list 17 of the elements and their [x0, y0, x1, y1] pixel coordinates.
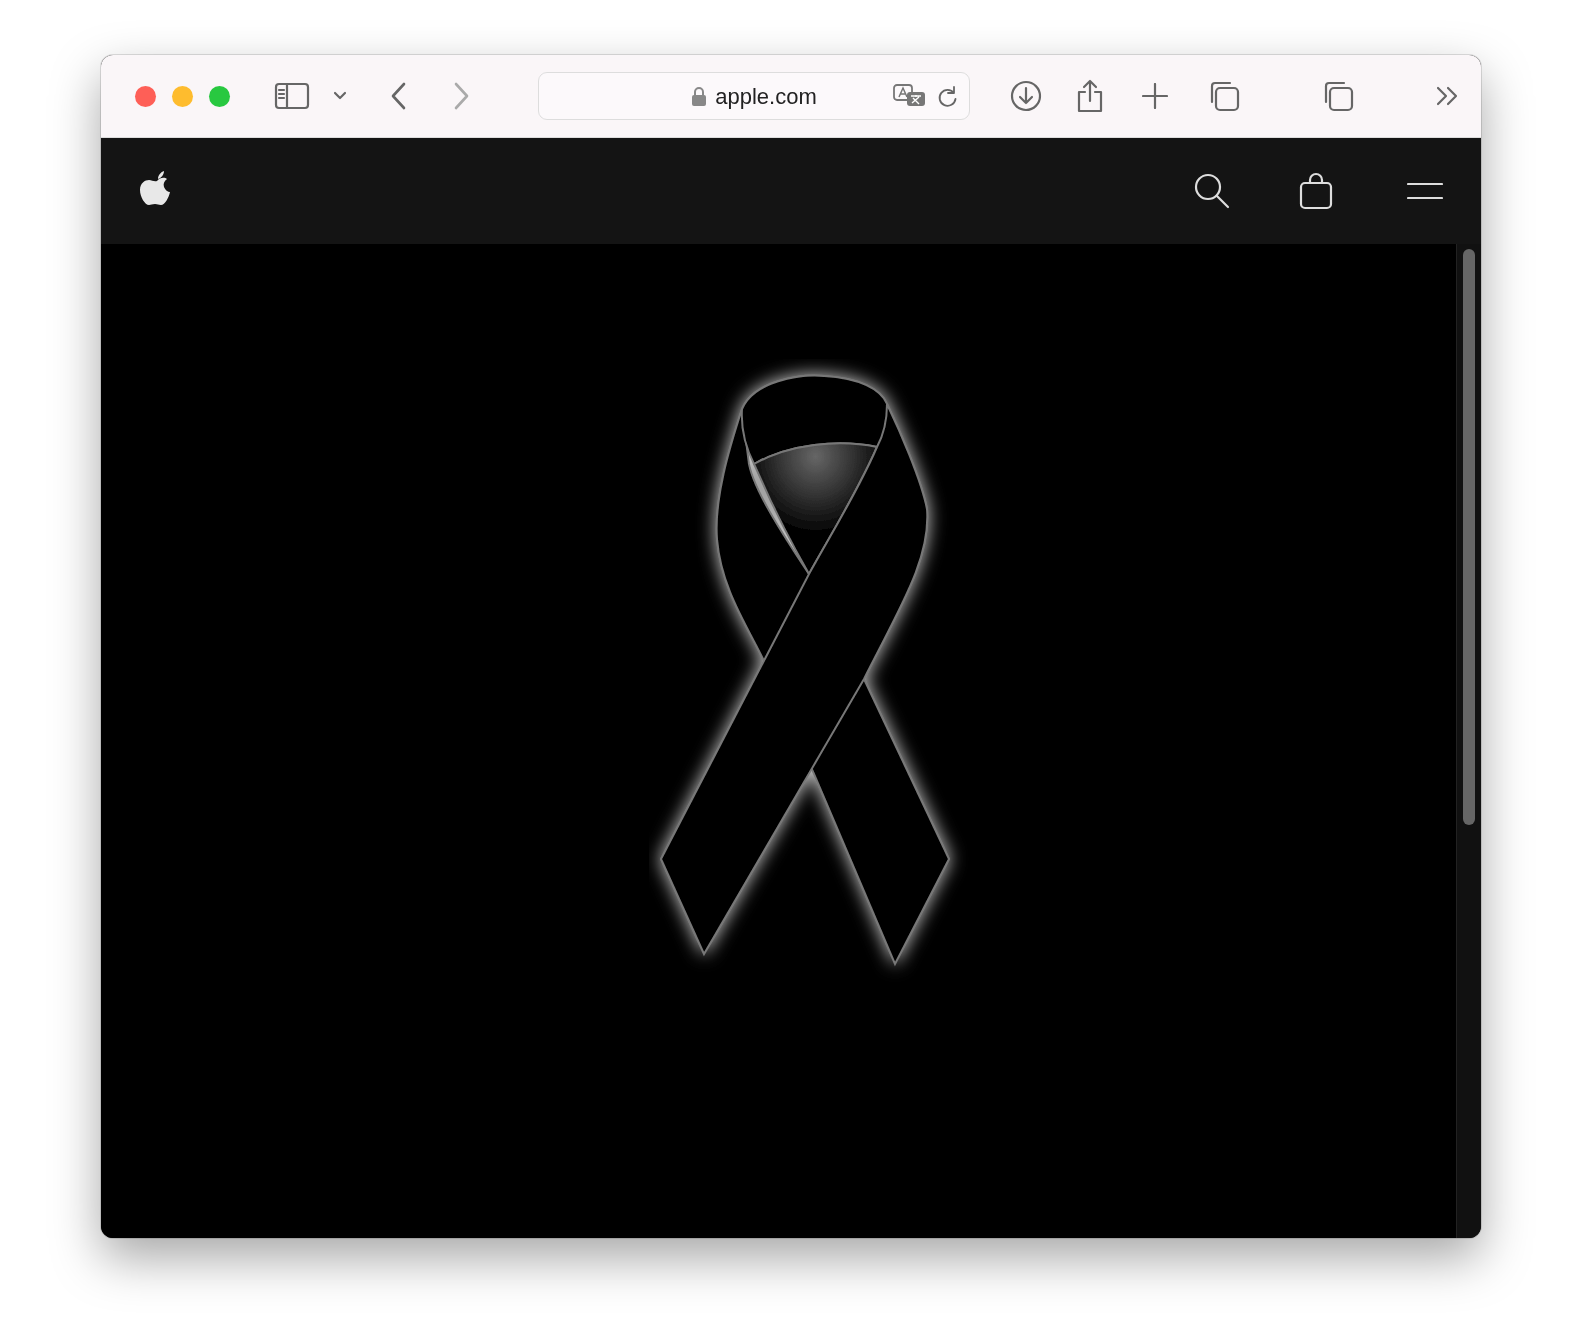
search-icon[interactable] — [1193, 172, 1231, 210]
back-button[interactable] — [390, 82, 408, 110]
share-icon[interactable] — [1076, 79, 1104, 113]
url-text: apple.com — [715, 82, 817, 111]
chevron-down-icon[interactable] — [332, 91, 348, 101]
tabs-icon[interactable] — [1322, 80, 1354, 112]
download-icon[interactable] — [1010, 80, 1042, 112]
sidebar-icon[interactable] — [274, 82, 310, 110]
tab-overview-icon[interactable] — [1208, 80, 1240, 112]
reload-icon[interactable] — [937, 85, 959, 109]
close-button[interactable] — [135, 85, 156, 107]
shopping-bag-icon[interactable] — [1299, 172, 1333, 210]
new-tab-icon[interactable] — [1142, 83, 1168, 109]
address-bar[interactable]: apple.com — [538, 72, 970, 120]
scrollbar-thumb[interactable] — [1463, 249, 1475, 825]
more-icon[interactable] — [1435, 85, 1459, 107]
lock-icon — [691, 86, 708, 106]
